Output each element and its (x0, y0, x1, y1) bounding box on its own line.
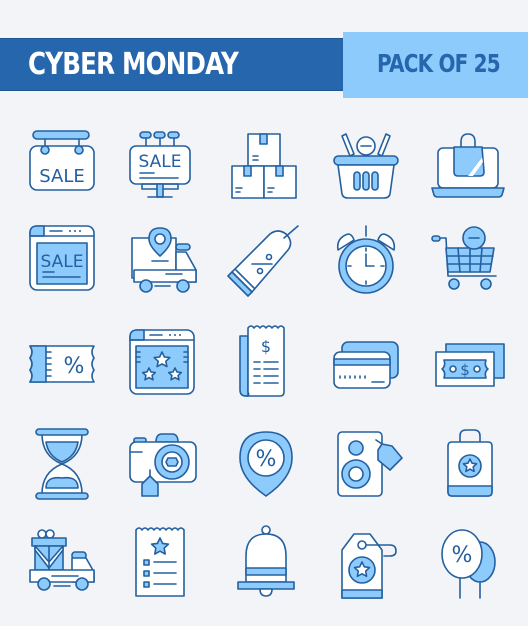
receipt-dollar: $ (261, 337, 271, 356)
pin-percent: % (256, 447, 277, 472)
webpage-sale-text: SALE (41, 252, 84, 272)
billboard-text: SALE (139, 152, 182, 172)
stacked-boxes-icon (220, 120, 300, 200)
coupon-percent: % (64, 354, 85, 379)
discount-coupon-icon: % (22, 320, 102, 400)
cash-money-icon: $ (430, 320, 510, 400)
hanging-sale-sign-icon: SALE (22, 120, 102, 200)
discount-balloons-icon: % (430, 520, 510, 600)
alarm-clock-icon (326, 220, 406, 300)
discount-tag-icon: % (226, 220, 306, 300)
shopping-basket-icon (326, 120, 406, 200)
delivery-truck-location-icon (120, 220, 200, 300)
hourglass-icon (22, 420, 102, 500)
star-label-tag-icon (326, 520, 406, 600)
rating-webpage-icon (120, 320, 200, 400)
camera-tag-icon (120, 420, 200, 500)
pack-badge: PACK OF 25 (343, 32, 528, 98)
shopping-cart-remove-icon (430, 220, 510, 300)
sale-webpage-icon: SALE (22, 220, 102, 300)
speaker-tag-icon (326, 420, 406, 500)
credit-cards-icon (326, 320, 406, 400)
pack-label: PACK OF 25 (377, 49, 501, 78)
laptop-shopping-bag-icon (428, 120, 508, 200)
notification-bell-icon (226, 520, 306, 600)
shopping-bag-star-icon (430, 420, 510, 500)
page-title: CYBER MONDAY (28, 47, 239, 82)
gift-delivery-truck-icon (22, 520, 102, 600)
sign-text: SALE (39, 166, 84, 187)
sale-billboard-icon: SALE (120, 120, 200, 200)
receipt-icon: $ (226, 320, 306, 400)
cash-dollar: $ (460, 361, 470, 379)
discount-location-pin-icon: % (226, 420, 306, 500)
title-banner: CYBER MONDAY (0, 38, 343, 91)
wishlist-icon (120, 520, 200, 600)
balloon-percent: % (452, 543, 473, 568)
tag-symbol: % (226, 220, 227, 221)
